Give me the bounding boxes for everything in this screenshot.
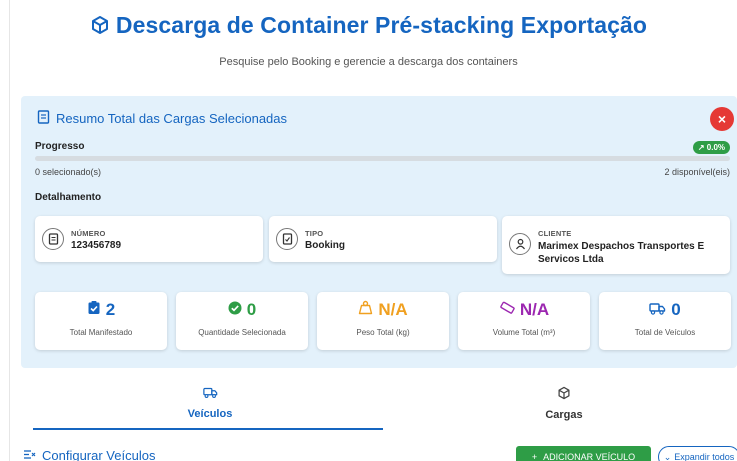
selected-count: 0 selecionado(s) (35, 167, 102, 177)
truck-icon (649, 300, 666, 320)
cliente-card: CLIENTE Marimex Despachos Transportes E … (502, 216, 730, 274)
progress-badge-text: 0.0% (706, 143, 725, 152)
stat-value: 0 (671, 300, 681, 319)
stat-label: Total Manifestado (69, 328, 133, 337)
stat-label: Peso Total (kg) (356, 328, 410, 337)
stat-number: N/A (458, 300, 590, 320)
stat-quantidade-selecionada: 0 Quantidade Selecionada (176, 292, 308, 350)
chevron-down-icon: ⌄ (663, 451, 672, 461)
trend-up-icon: ↗ (697, 143, 707, 152)
progress-badge: ↗ 0.0% (692, 141, 730, 154)
active-tab-indicator (33, 428, 383, 430)
stat-number: 2 (35, 300, 167, 320)
numero-card: NÚMERO 123456789 (35, 216, 263, 262)
expand-all-button[interactable]: ⌄ Expandir todos (658, 446, 737, 461)
plus-icon: + (531, 452, 538, 461)
detail-label: Detalhamento (35, 192, 102, 203)
tab-veiculos[interactable]: Veículos (160, 386, 260, 420)
available-count: 2 disponível(eis) (664, 167, 730, 177)
ruler-icon (499, 300, 515, 320)
expand-all-label: Expandir todos (674, 452, 735, 461)
tipo-value: Booking (305, 240, 345, 251)
person-icon (509, 233, 531, 255)
cliente-value: Marimex Despachos Transportes E Servicos… (538, 241, 705, 265)
progress-bar (35, 156, 730, 161)
stat-value: N/A (519, 300, 550, 319)
tab-label: Cargas (545, 409, 583, 421)
page-title: Descarga de Container Pré-stacking Expor… (0, 12, 737, 41)
list-settings-icon (23, 448, 36, 461)
tab-bar: Veículos Cargas (0, 386, 737, 432)
page-subtitle: Pesquise pelo Booking e gerencie a desca… (219, 56, 518, 68)
cliente-tag: CLIENTE (538, 229, 572, 238)
progress-label: Progresso (35, 141, 85, 152)
receipt-icon (37, 110, 50, 127)
close-icon: × (717, 111, 727, 127)
stat-label: Total de Veículos (634, 328, 696, 337)
stat-label: Quantidade Selecionada (198, 328, 286, 337)
weight-icon (358, 300, 373, 320)
stat-number: N/A (317, 300, 449, 320)
truck-icon (160, 386, 260, 404)
booking-icon (276, 228, 298, 250)
stat-number: 0 (599, 300, 731, 320)
stat-peso-total: N/A Peso Total (kg) (317, 292, 449, 350)
check-circle-icon (228, 300, 242, 320)
section-title-text: Configurar Veículos (42, 448, 156, 461)
clipboard-check-icon (87, 300, 101, 320)
stat-total-manifestado: 2 Total Manifestado (35, 292, 167, 350)
tipo-tag: TIPO (305, 229, 324, 238)
section-title: Configurar Veículos (23, 448, 155, 461)
cube-icon (90, 14, 110, 41)
tab-cargas[interactable]: Cargas (514, 386, 614, 421)
page-title-text: Descarga de Container Pré-stacking Expor… (115, 12, 648, 38)
stat-value: 0 (246, 300, 257, 319)
close-button[interactable]: × (710, 107, 734, 131)
stat-value: N/A (378, 300, 408, 319)
numero-tag: NÚMERO (71, 229, 106, 238)
add-vehicle-button[interactable]: + ADICIONAR VEÍCULO (516, 446, 651, 461)
summary-panel: Resumo Total das Cargas Selecionadas × P… (21, 96, 737, 368)
tab-label: Veículos (187, 408, 233, 420)
summary-title: Resumo Total das Cargas Selecionadas (56, 111, 288, 126)
page: Descarga de Container Pré-stacking Expor… (0, 0, 737, 461)
page-header: Descarga de Container Pré-stacking Expor… (0, 12, 737, 41)
numero-value: 123456789 (71, 240, 122, 251)
stat-number: 0 (176, 300, 308, 320)
stat-label: Volume Total (m³) (492, 328, 556, 337)
add-vehicle-label: ADICIONAR VEÍCULO (543, 452, 636, 461)
stat-value: 2 (105, 300, 116, 319)
cube-icon (514, 386, 614, 405)
summary-header: Resumo Total das Cargas Selecionadas (37, 110, 287, 127)
document-icon (42, 228, 64, 250)
stat-total-veiculos: 0 Total de Veículos (599, 292, 731, 350)
stat-volume-total: N/A Volume Total (m³) (458, 292, 590, 350)
tipo-card: TIPO Booking (269, 216, 497, 262)
